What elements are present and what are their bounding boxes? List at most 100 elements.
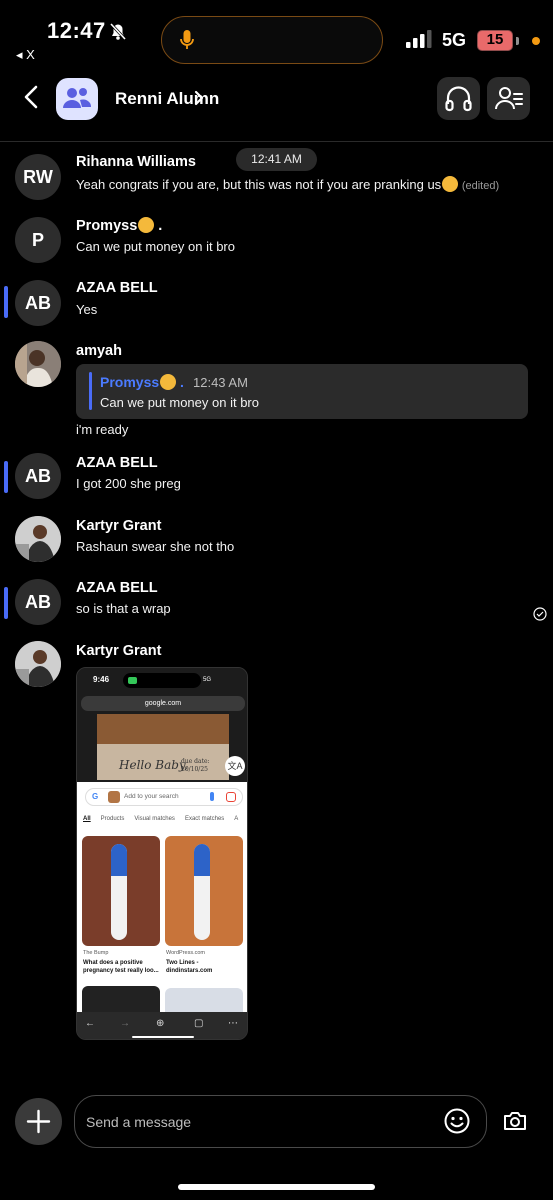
avatar[interactable] — [15, 341, 61, 387]
image-attachment[interactable]: 9:46 5G google.com Hello Baby, due date:… — [76, 667, 248, 1040]
smirk-emoji-icon — [138, 217, 155, 233]
group-icon[interactable] — [56, 78, 98, 120]
avatar[interactable]: RW — [15, 154, 61, 200]
message-text: so is that a wrap — [76, 601, 171, 616]
card-due-date: 10/10/25 — [181, 766, 208, 773]
bell-slash-icon — [108, 21, 128, 46]
attachment-network: 5G — [203, 677, 212, 683]
read-check-icon — [533, 607, 547, 621]
sender-name[interactable]: Rihanna Williams — [76, 154, 196, 170]
status-time: 12:47 — [47, 18, 106, 43]
reply-sender-suffix: . — [180, 374, 184, 390]
smiley-icon — [443, 1108, 471, 1139]
search-results-panel: G Add to your search All Products Visual m… — [77, 782, 247, 1012]
result-title-line: Two Lines - — [166, 960, 199, 966]
nav-more-icon: ⋯ — [228, 1018, 238, 1029]
edited-label: (edited) — [461, 180, 500, 192]
sender-name[interactable]: AZAA BELL — [76, 580, 158, 596]
result-source: The Bump — [83, 950, 109, 956]
reply-quote[interactable]: Promyss . 12:43 AM Can we put money on i… — [76, 364, 528, 419]
search-placeholder-text: Add to your search — [124, 793, 179, 800]
network-type: 5G — [442, 30, 467, 50]
sender-name[interactable]: Promyss . — [76, 217, 162, 234]
plus-icon — [15, 1109, 62, 1149]
google-g-icon: G — [92, 792, 99, 801]
reply-sender: Promyss . — [100, 374, 184, 390]
mic-icon — [210, 792, 214, 801]
message-text: Yeah congrats if you are, but this was n… — [76, 176, 499, 192]
battery-icon — [516, 37, 519, 45]
avatar[interactable]: AB — [15, 280, 61, 326]
message-body: Yeah congrats if you are, but this was n… — [76, 177, 442, 192]
sender-suffix: . — [158, 218, 163, 234]
avatar[interactable]: P — [15, 217, 61, 263]
mention-indicator — [4, 461, 8, 493]
message-text: i'm ready — [76, 422, 129, 437]
message-text: Rashaun swear she not tho — [76, 539, 235, 554]
status-bar: 12:47 ◂ X 5G 15 — [0, 0, 553, 70]
avatar[interactable]: AB — [15, 453, 61, 499]
dynamic-island[interactable] — [161, 16, 383, 64]
members-button[interactable] — [487, 77, 530, 120]
camera-button[interactable] — [501, 1107, 529, 1135]
reply-sender-label: Promyss — [100, 374, 160, 390]
battery-level: 15 — [477, 30, 513, 51]
avatar[interactable] — [15, 516, 61, 562]
sender-name[interactable]: AZAA BELL — [76, 455, 158, 471]
result-image — [82, 986, 160, 1012]
nav-forward-icon: → — [120, 1018, 130, 1029]
result-image — [165, 988, 243, 1012]
attachment-home-bar — [132, 1036, 194, 1038]
result-title: Two Lines - dindinstars.com — [166, 959, 212, 975]
nav-back-icon: ← — [85, 1018, 95, 1029]
signal-icon — [406, 30, 432, 53]
tab-all: All — [83, 816, 91, 822]
result-image — [165, 836, 243, 946]
card-script-text: Hello Baby, — [119, 758, 188, 772]
tab-more: A — [234, 816, 239, 822]
microphone-icon — [178, 28, 196, 57]
add-attachment-button[interactable] — [15, 1098, 62, 1145]
facetime-icon — [128, 677, 137, 684]
attachment-tabs: All Products Visual matches Exact matches A — [83, 816, 247, 822]
tab-exact-matches: Exact matches — [184, 816, 225, 822]
sender-name[interactable]: Kartyr Grant — [76, 518, 161, 534]
sender-name[interactable]: AZAA BELL — [76, 280, 158, 296]
attachment-island — [123, 673, 201, 688]
result-title-line: pregnancy test really loo... — [83, 968, 159, 974]
mention-indicator — [4, 587, 8, 619]
reply-bar — [89, 372, 92, 410]
attachment-search-bar: G Add to your search — [85, 788, 243, 806]
result-image — [82, 836, 160, 946]
back-to-app-link[interactable]: ◂ X — [16, 47, 35, 63]
smirk-emoji-icon — [160, 374, 177, 390]
card-due-text: due date: 10/10/25 — [181, 758, 210, 774]
search-thumbnail — [108, 791, 120, 803]
members-icon — [487, 87, 530, 124]
nav-plus-icon: ⊕ — [156, 1018, 165, 1029]
sender-label: Promyss — [76, 218, 138, 234]
avatar[interactable]: AB — [15, 579, 61, 625]
privacy-indicator — [532, 37, 540, 45]
sender-name[interactable]: amyah — [76, 343, 122, 359]
message-input[interactable] — [74, 1095, 487, 1148]
message-text: Yes — [76, 302, 98, 317]
timestamp-pill: 12:41 AM — [236, 148, 317, 171]
back-chevron-icon[interactable] — [20, 84, 44, 110]
headphones-icon — [437, 86, 480, 124]
card-due-label: due date: — [181, 758, 210, 765]
reply-text: Can we put money on it bro — [100, 395, 259, 410]
chat-header: Renni Alumn — [0, 70, 553, 142]
home-indicator — [178, 1184, 375, 1190]
avatar[interactable] — [15, 641, 61, 687]
lens-icon — [226, 792, 236, 802]
message-text: Can we put money on it bro — [76, 239, 235, 254]
result-source: WordPress.com — [166, 950, 206, 956]
sender-name[interactable]: Kartyr Grant — [76, 643, 161, 659]
voice-chat-button[interactable] — [437, 77, 480, 120]
chevron-right-icon[interactable] — [193, 90, 205, 111]
test-cap — [111, 844, 127, 876]
tab-products: Products — [100, 816, 125, 822]
emoji-button[interactable] — [443, 1107, 471, 1135]
mention-indicator — [4, 286, 8, 318]
